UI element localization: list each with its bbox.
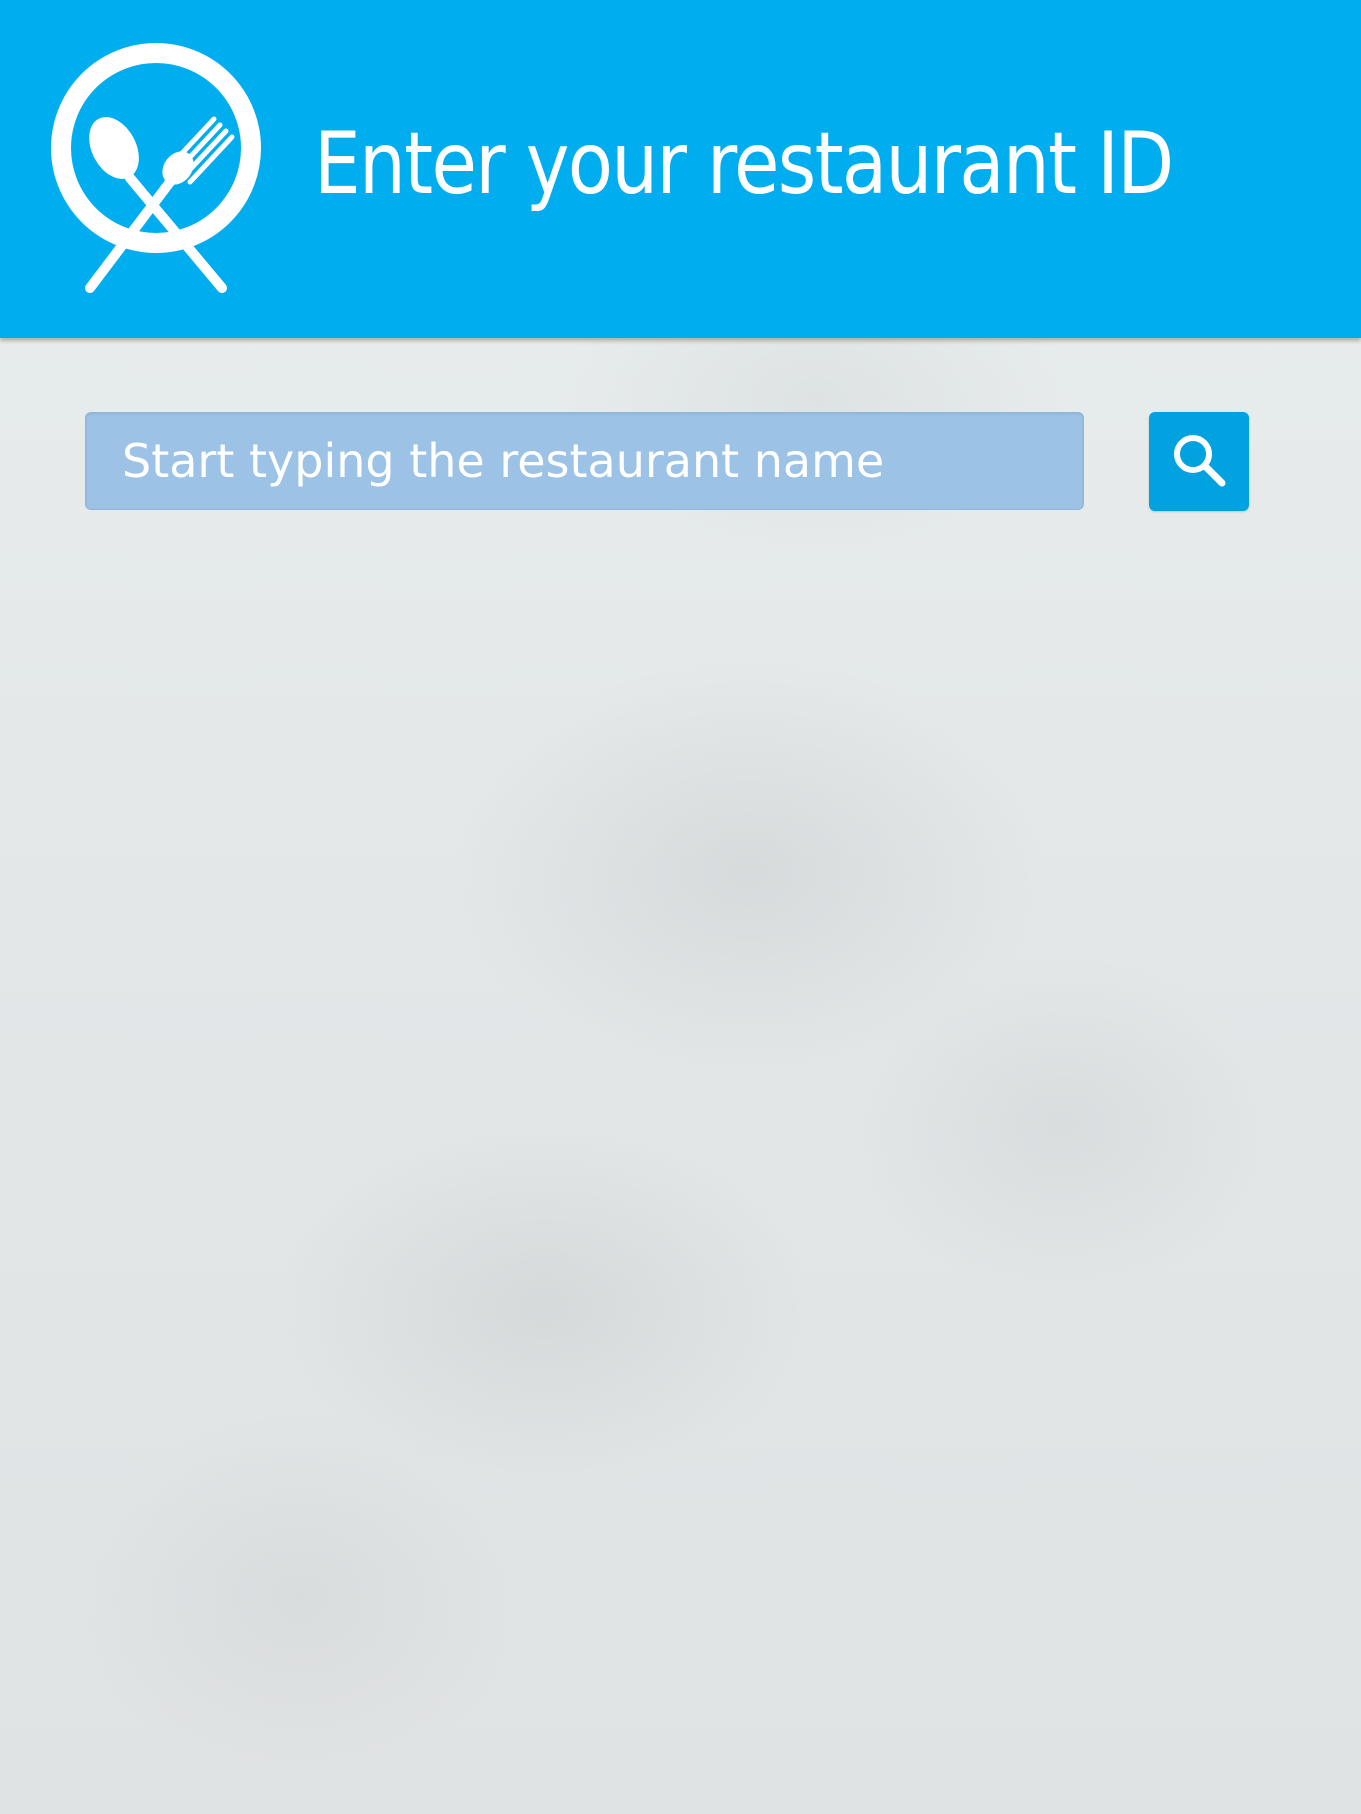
search-button[interactable] (1149, 412, 1249, 511)
search-icon (1167, 428, 1231, 496)
app-header: Enter your restaurant ID (0, 0, 1361, 338)
plate-spoon-fork-icon (46, 40, 266, 300)
restaurant-search-input[interactable] (85, 412, 1084, 510)
page-title: Enter your restaurant ID (314, 114, 1174, 214)
